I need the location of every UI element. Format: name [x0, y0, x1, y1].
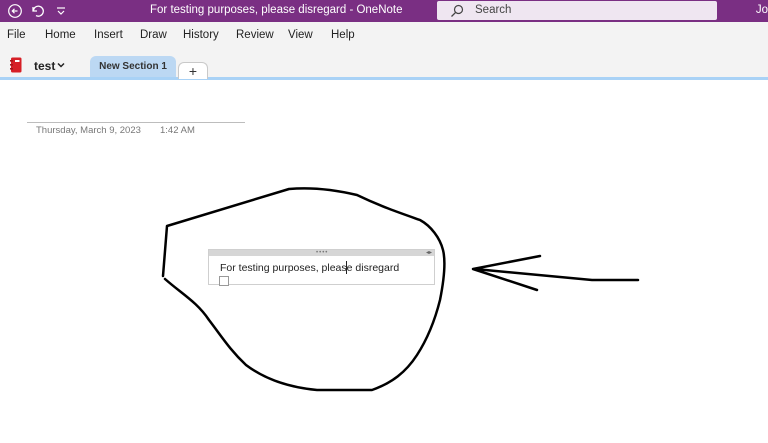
menu-help[interactable]: Help [331, 29, 355, 41]
ribbon-menu-bar: File Home Insert Draw History Review Vie… [0, 22, 768, 47]
ink-arrow-stroke [471, 254, 640, 292]
menu-view[interactable]: View [288, 29, 313, 41]
note-text[interactable]: For testing purposes, please disregard [220, 262, 399, 274]
resize-handle-icon[interactable]: ◂▸ [426, 249, 432, 256]
menu-history[interactable]: History [183, 29, 219, 41]
text-cursor [346, 261, 347, 274]
menu-file[interactable]: File [7, 29, 26, 41]
menu-insert[interactable]: Insert [94, 29, 123, 41]
menu-review[interactable]: Review [236, 29, 274, 41]
user-account[interactable]: Jo [756, 4, 768, 16]
tab-new-section-1[interactable]: New Section 1 [90, 56, 176, 77]
title-bar: For testing purposes, please disregard -… [0, 0, 768, 22]
notebook-bar: test New Section 1 + [0, 47, 768, 80]
search-icon [451, 4, 464, 17]
chevron-down-icon[interactable] [56, 60, 66, 70]
notebook-name[interactable]: test [34, 59, 55, 73]
search-placeholder: Search [475, 4, 512, 16]
menu-home[interactable]: Home [45, 29, 76, 41]
page-canvas[interactable]: Thursday, March 9, 2023 1:42 AM •••• ◂▸ … [0, 80, 768, 443]
add-section-button[interactable]: + [178, 62, 208, 79]
ink-circle-stroke [161, 187, 446, 392]
menu-draw[interactable]: Draw [140, 29, 167, 41]
note-container[interactable]: •••• ◂▸ For testing purposes, please dis… [208, 249, 435, 286]
notebook-icon [10, 57, 22, 73]
drag-handle-icon[interactable]: •••• [316, 250, 328, 256]
note-container-handle[interactable]: •••• ◂▸ [209, 250, 434, 256]
note-checkbox[interactable] [219, 276, 229, 286]
search-box[interactable]: Search [437, 1, 717, 20]
